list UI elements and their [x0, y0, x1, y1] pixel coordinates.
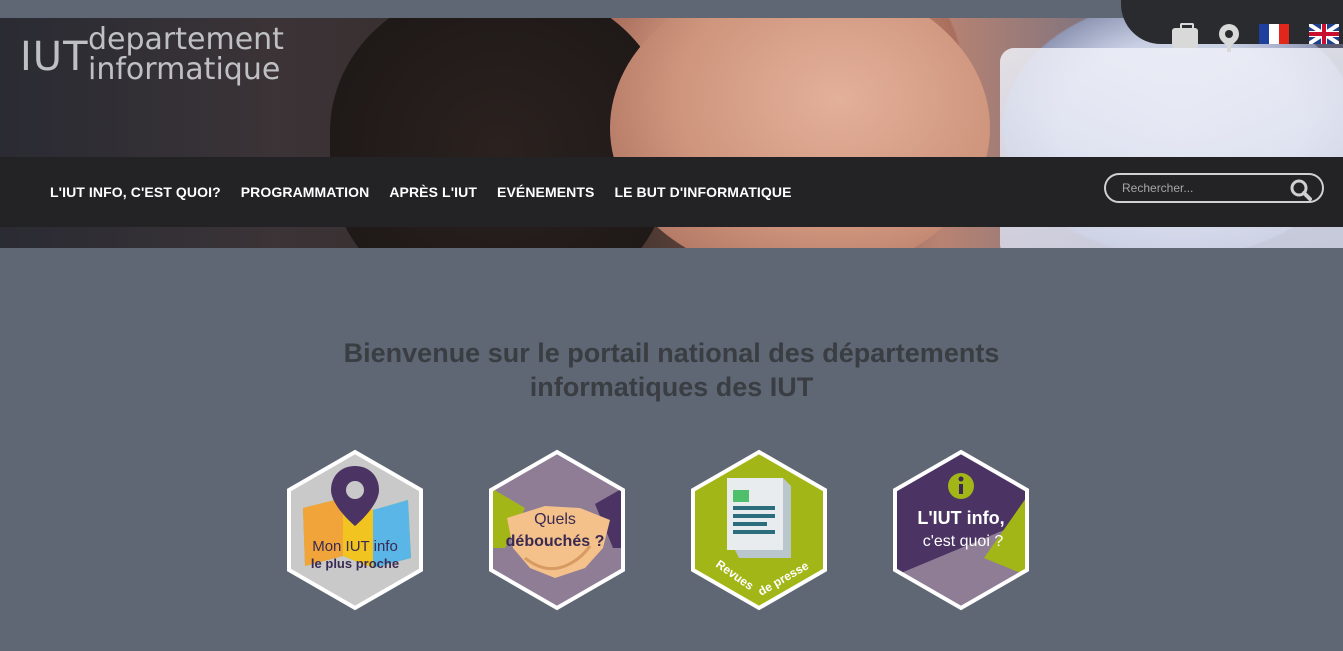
nav-item-evenements[interactable]: EVÉNEMENTS	[487, 184, 604, 200]
logo-iut: IUT	[20, 34, 89, 80]
main-nav: L'IUT INFO, C'EST QUOI? PROGRAMMATION AP…	[40, 157, 802, 227]
logo-line2: informatique	[88, 52, 281, 87]
tile-iut-quoi-line2: c'est quoi ?	[923, 533, 1004, 550]
search-box	[1104, 173, 1324, 203]
info-icon	[948, 473, 974, 499]
tile-iut-proche[interactable]: Mon IUT info le plus proche	[283, 448, 427, 612]
main-navbar: L'IUT INFO, C'EST QUOI? PROGRAMMATION AP…	[0, 157, 1343, 227]
search-icon[interactable]	[1290, 179, 1312, 201]
tile-iut-info-quoi[interactable]: L'IUT info, c'est quoi ?	[889, 448, 1033, 612]
welcome-heading: Bienvenue sur le portail national des dé…	[0, 336, 1343, 404]
welcome-line2: informatiques des IUT	[529, 372, 814, 402]
tile-iut-quoi-line1: L'IUT info,	[917, 508, 1004, 528]
document-icon	[727, 478, 791, 558]
tile-revues-presse[interactable]: Revues de presse	[687, 448, 831, 612]
tile-row: Mon IUT info le plus proche Quels débouc…	[0, 448, 1343, 613]
tile-debouches-line1: Quels	[534, 511, 576, 528]
flag-fr-icon[interactable]	[1259, 24, 1289, 44]
nav-item-programmation[interactable]: PROGRAMMATION	[231, 184, 380, 200]
tile-iut-proche-line2: le plus proche	[311, 556, 399, 571]
tile-debouches[interactable]: Quels débouchés ?	[485, 448, 629, 612]
welcome-line1: Bienvenue sur le portail national des dé…	[343, 338, 1000, 368]
flag-uk-icon[interactable]	[1309, 24, 1339, 44]
location-pin-tail	[1227, 40, 1231, 52]
nav-item-but-informatique[interactable]: LE BUT D'INFORMATIQUE	[604, 184, 801, 200]
search-input[interactable]	[1122, 179, 1282, 197]
tile-iut-proche-line1: Mon IUT info	[312, 538, 398, 555]
tile-debouches-line2: débouchés ?	[506, 533, 605, 550]
nav-item-apres-iut[interactable]: APRÈS L'IUT	[379, 184, 487, 200]
briefcase-icon[interactable]	[1172, 23, 1198, 48]
nav-item-iut-info[interactable]: L'IUT INFO, C'EST QUOI?	[40, 184, 231, 200]
